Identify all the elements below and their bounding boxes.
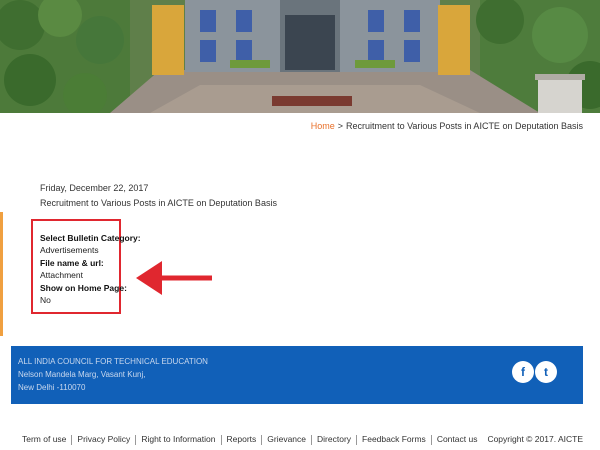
link-divider	[430, 434, 432, 445]
footer-link-term-of-use[interactable]: Term of use	[22, 434, 66, 444]
bulletin-date: Friday, December 22, 2017	[40, 183, 149, 193]
footer-link-contact-us[interactable]: Contact us	[437, 434, 478, 444]
link-divider	[261, 434, 263, 445]
link-divider	[71, 434, 73, 445]
footer-link-directory[interactable]: Directory	[317, 434, 351, 444]
footer-link-feedback-forms[interactable]: Feedback Forms	[362, 434, 426, 444]
annotation-arrow-icon	[136, 261, 212, 295]
footer-address-line1: Nelson Mandela Marg, Vasant Kunj,	[18, 370, 146, 379]
breadcrumb-separator: >	[337, 121, 344, 131]
footer-links: Term of use Privacy Policy Right to Inform…	[22, 434, 477, 445]
link-divider	[311, 434, 313, 445]
footer-link-right-to-information[interactable]: Right to Information	[141, 434, 215, 444]
footer-link-grievance[interactable]: Grievance	[267, 434, 306, 444]
bulletin-details: Select Bulletin Category: Advertisements…	[40, 232, 141, 306]
footer-org-name: ALL INDIA COUNCIL FOR TECHNICAL EDUCATIO…	[18, 357, 208, 366]
home-page-value: No	[40, 295, 51, 306]
facebook-icon[interactable]: f	[512, 361, 534, 383]
category-label: Select Bulletin Category:	[40, 233, 141, 243]
side-accent-bar	[0, 212, 3, 336]
breadcrumb-home-link[interactable]: Home	[311, 121, 335, 131]
bulletin-title: Recruitment to Various Posts in AICTE on…	[40, 198, 277, 208]
link-divider	[356, 434, 358, 445]
breadcrumb: Home > Recruitment to Various Posts in AIC…	[311, 121, 583, 131]
link-divider	[135, 434, 137, 445]
footer-contact-band: ALL INDIA COUNCIL FOR TECHNICAL EDUCATIO…	[11, 346, 583, 404]
footer-link-privacy-policy[interactable]: Privacy Policy	[77, 434, 130, 444]
category-value: Advertisements	[40, 245, 99, 256]
file-label: File name & url:	[40, 257, 104, 268]
footer-link-reports[interactable]: Reports	[227, 434, 257, 444]
footer-address-line2: New Delhi -110070	[18, 383, 86, 392]
copyright-text: Copyright © 2017. AICTE	[487, 434, 583, 444]
twitter-icon[interactable]: t	[535, 361, 557, 383]
home-page-label: Show on Home Page:	[40, 282, 127, 293]
attachment-link[interactable]: Attachment	[40, 269, 141, 281]
breadcrumb-current: Recruitment to Various Posts in AICTE on…	[346, 121, 583, 131]
link-divider	[220, 434, 222, 445]
header-banner-image	[0, 0, 600, 113]
